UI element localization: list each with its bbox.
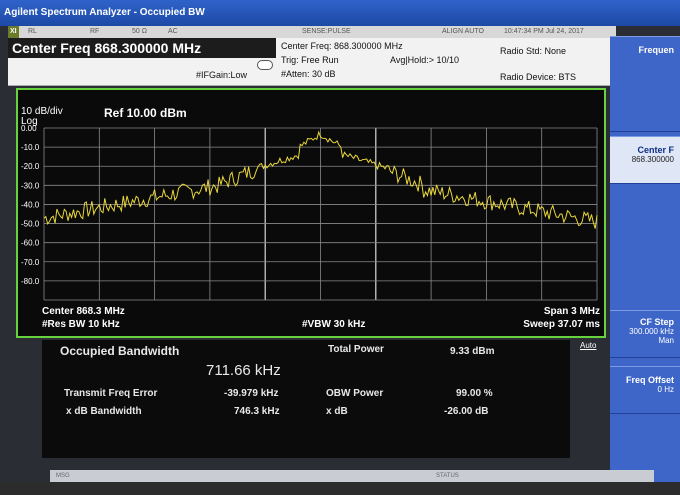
transmit-freq-error-value: -39.979 kHz xyxy=(224,388,279,399)
bottom-status-bar: MSG STATUS xyxy=(50,470,654,482)
softkey-panel: Frequen Center F 868.300000 CF Step 300.… xyxy=(610,36,680,495)
softkey-cf-step-mode-right: Man xyxy=(658,336,674,345)
softkey-frequency[interactable]: Frequen xyxy=(610,36,680,132)
trigger-info: Trig: Free Run xyxy=(281,55,339,65)
softkey-cf-step-value: 300.000 kHz xyxy=(629,327,674,336)
status-strip: XI RL RF 50 Ω AC SENSE:PULSE ALIGN AUTO … xyxy=(8,26,616,38)
res-bw-label: #Res BW 10 kHz xyxy=(42,319,120,330)
plot-grid xyxy=(43,127,598,301)
y-tick-label: -10.0 xyxy=(21,143,40,152)
center-freq-display[interactable]: Center Freq 868.300000 MHz xyxy=(8,38,276,58)
align-indicator: ALIGN AUTO xyxy=(442,28,484,35)
attenuation-info: #Atten: 30 dB xyxy=(281,69,336,79)
softkey-cf-step-label: CF Step xyxy=(639,317,674,327)
softkey-freq-offset-label: Freq Offset xyxy=(625,375,674,385)
ifgain-label: #IFGain:Low xyxy=(196,70,248,80)
xdb-label: x dB xyxy=(326,406,348,417)
window-title: Agilent Spectrum Analyzer - Occupied BW xyxy=(0,0,680,26)
monitor-bezel xyxy=(0,482,680,495)
softkey-freq-offset-value: 0 Hz xyxy=(657,385,674,394)
avg-hold-info: Avg|Hold:> 10/10 xyxy=(390,55,459,65)
timestamp: 10:47:34 PM Jul 24, 2017 xyxy=(504,28,584,35)
xdb-bandwidth-label: x dB Bandwidth xyxy=(66,406,142,417)
radio-device-info: Radio Device: BTS xyxy=(500,72,577,82)
xi-indicator: XI xyxy=(8,26,19,38)
xdb-value: -26.00 dB xyxy=(444,406,489,417)
softkey-center-freq[interactable]: Center F 868.300000 xyxy=(610,136,680,184)
y-tick-label: -80.0 xyxy=(21,277,40,286)
rl-indicator: RL xyxy=(28,28,37,35)
radio-std-info: Radio Std: None xyxy=(500,46,567,56)
results-panel: Occupied Bandwidth 711.66 kHz Total Powe… xyxy=(42,340,570,458)
center-freq-label: Center 868.3 MHz xyxy=(42,306,125,317)
y-tick-label: -30.0 xyxy=(21,181,40,190)
vbw-label: #VBW 30 kHz xyxy=(302,319,366,330)
softkey-freq-offset[interactable]: Freq Offset 0 Hz xyxy=(610,366,680,414)
occupied-bw-value: 711.66 kHz xyxy=(206,362,281,379)
rf-indicator: RF xyxy=(90,28,100,35)
obw-power-value: 99.00 % xyxy=(456,388,493,399)
y-tick-label: -70.0 xyxy=(21,258,40,267)
softkey-frequency-label: Frequen xyxy=(638,45,674,55)
total-power-value: 9.33 dBm xyxy=(450,346,495,357)
log-label: Log xyxy=(21,116,38,127)
y-tick-label: -20.0 xyxy=(21,162,40,171)
status-label: STATUS xyxy=(436,473,459,479)
y-tick-label: -40.0 xyxy=(21,200,40,209)
toggle-icon xyxy=(257,60,273,70)
analyzer-screen: Agilent Spectrum Analyzer - Occupied BW … xyxy=(0,0,680,495)
coupling-indicator: AC xyxy=(168,28,178,35)
ref-level-label: Ref 10.00 dBm xyxy=(104,106,187,120)
softkey-center-freq-label: Center F xyxy=(637,145,674,155)
y-tick-label: -50.0 xyxy=(21,220,40,229)
y-axis-labels: 0.00-10.0-20.0-30.0-40.0-50.0-60.0-70.0-… xyxy=(21,124,40,286)
obw-power-label: OBW Power xyxy=(326,388,384,399)
cf-step-auto-option[interactable]: Auto xyxy=(580,341,596,350)
occupied-bw-label: Occupied Bandwidth xyxy=(60,344,180,358)
msg-label: MSG xyxy=(56,473,70,479)
transmit-freq-error-label: Transmit Freq Error xyxy=(64,388,158,399)
measurement-header: Center Freq 868.300000 MHz #IFGain:Low C… xyxy=(8,38,616,86)
span-label: Span 3 MHz xyxy=(543,306,600,317)
softkey-center-freq-value: 868.300000 xyxy=(631,155,674,164)
center-freq-info: Center Freq: 868.300000 MHz xyxy=(281,41,403,51)
y-tick-label: -60.0 xyxy=(21,239,40,248)
sense-indicator: SENSE:PULSE xyxy=(302,28,351,35)
spectrum-plot: 0.00 -10.0 -20.0 -30.0 -40.0 -50.0 -60.0 -70.0-… xyxy=(16,88,606,338)
softkey-cf-step[interactable]: CF Step 300.000 kHz Man xyxy=(610,310,680,358)
xdb-bandwidth-value: 746.3 kHz xyxy=(234,406,280,417)
total-power-label: Total Power xyxy=(328,344,384,355)
sweep-label: Sweep 37.07 ms xyxy=(523,319,600,330)
impedance-indicator: 50 Ω xyxy=(132,28,147,35)
spectrum-svg: 0.00-10.0-20.0-30.0-40.0-50.0-60.0-70.0-… xyxy=(21,124,598,301)
